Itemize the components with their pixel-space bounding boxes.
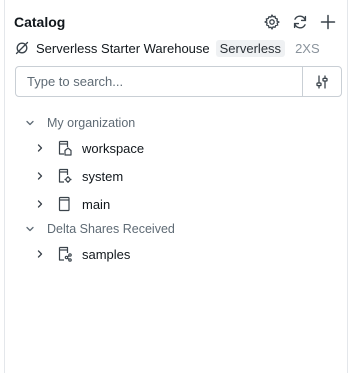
refresh-icon[interactable] — [291, 13, 309, 31]
tree-item-system[interactable]: system — [5, 162, 347, 190]
tree-section-delta-shares-received[interactable]: Delta Shares Received — [5, 218, 347, 240]
catalog-home-icon — [57, 140, 72, 156]
chevron-down-icon[interactable] — [25, 118, 35, 128]
chevron-right-icon[interactable] — [35, 249, 45, 259]
chevron-right-icon[interactable] — [35, 199, 45, 209]
tree-item-label: samples — [82, 246, 131, 262]
catalog-gear-icon — [57, 168, 72, 184]
no-connection-icon — [15, 41, 29, 55]
catalog-icon — [57, 196, 72, 212]
filter-sliders-icon[interactable] — [302, 67, 341, 96]
panel-title: Catalog — [14, 14, 66, 30]
tree-item-workspace[interactable]: workspace — [5, 134, 347, 162]
tree-item-label: system — [82, 168, 124, 184]
search-box — [15, 66, 342, 97]
gear-icon[interactable] — [263, 13, 281, 31]
tree-item-label: main — [82, 196, 111, 212]
warehouse-type-badge: Serverless — [215, 39, 286, 57]
section-label: My organization — [47, 116, 136, 130]
catalog-panel: Catalog Serverless Starter Warehouse Ser… — [4, 0, 348, 373]
chevron-right-icon[interactable] — [35, 171, 45, 181]
chevron-down-icon[interactable] — [25, 224, 35, 234]
tree-item-main[interactable]: main — [5, 190, 347, 218]
tree-item-samples[interactable]: samples — [5, 240, 347, 268]
tree-item-label: workspace — [82, 140, 145, 156]
plus-icon[interactable] — [319, 13, 337, 31]
catalog-shared-icon — [57, 246, 72, 262]
catalog-tree: My organization workspace system main De… — [5, 112, 347, 268]
warehouse-size: 2XS — [295, 40, 320, 56]
search-input[interactable] — [16, 67, 302, 96]
warehouse-selector[interactable]: Serverless Starter Warehouse Serverless … — [15, 38, 320, 58]
section-label: Delta Shares Received — [47, 222, 175, 236]
panel-header: Catalog — [14, 12, 337, 32]
warehouse-name[interactable]: Serverless Starter Warehouse — [36, 41, 210, 56]
chevron-right-icon[interactable] — [35, 143, 45, 153]
header-actions — [263, 13, 337, 31]
tree-section-my-organization[interactable]: My organization — [5, 112, 347, 134]
